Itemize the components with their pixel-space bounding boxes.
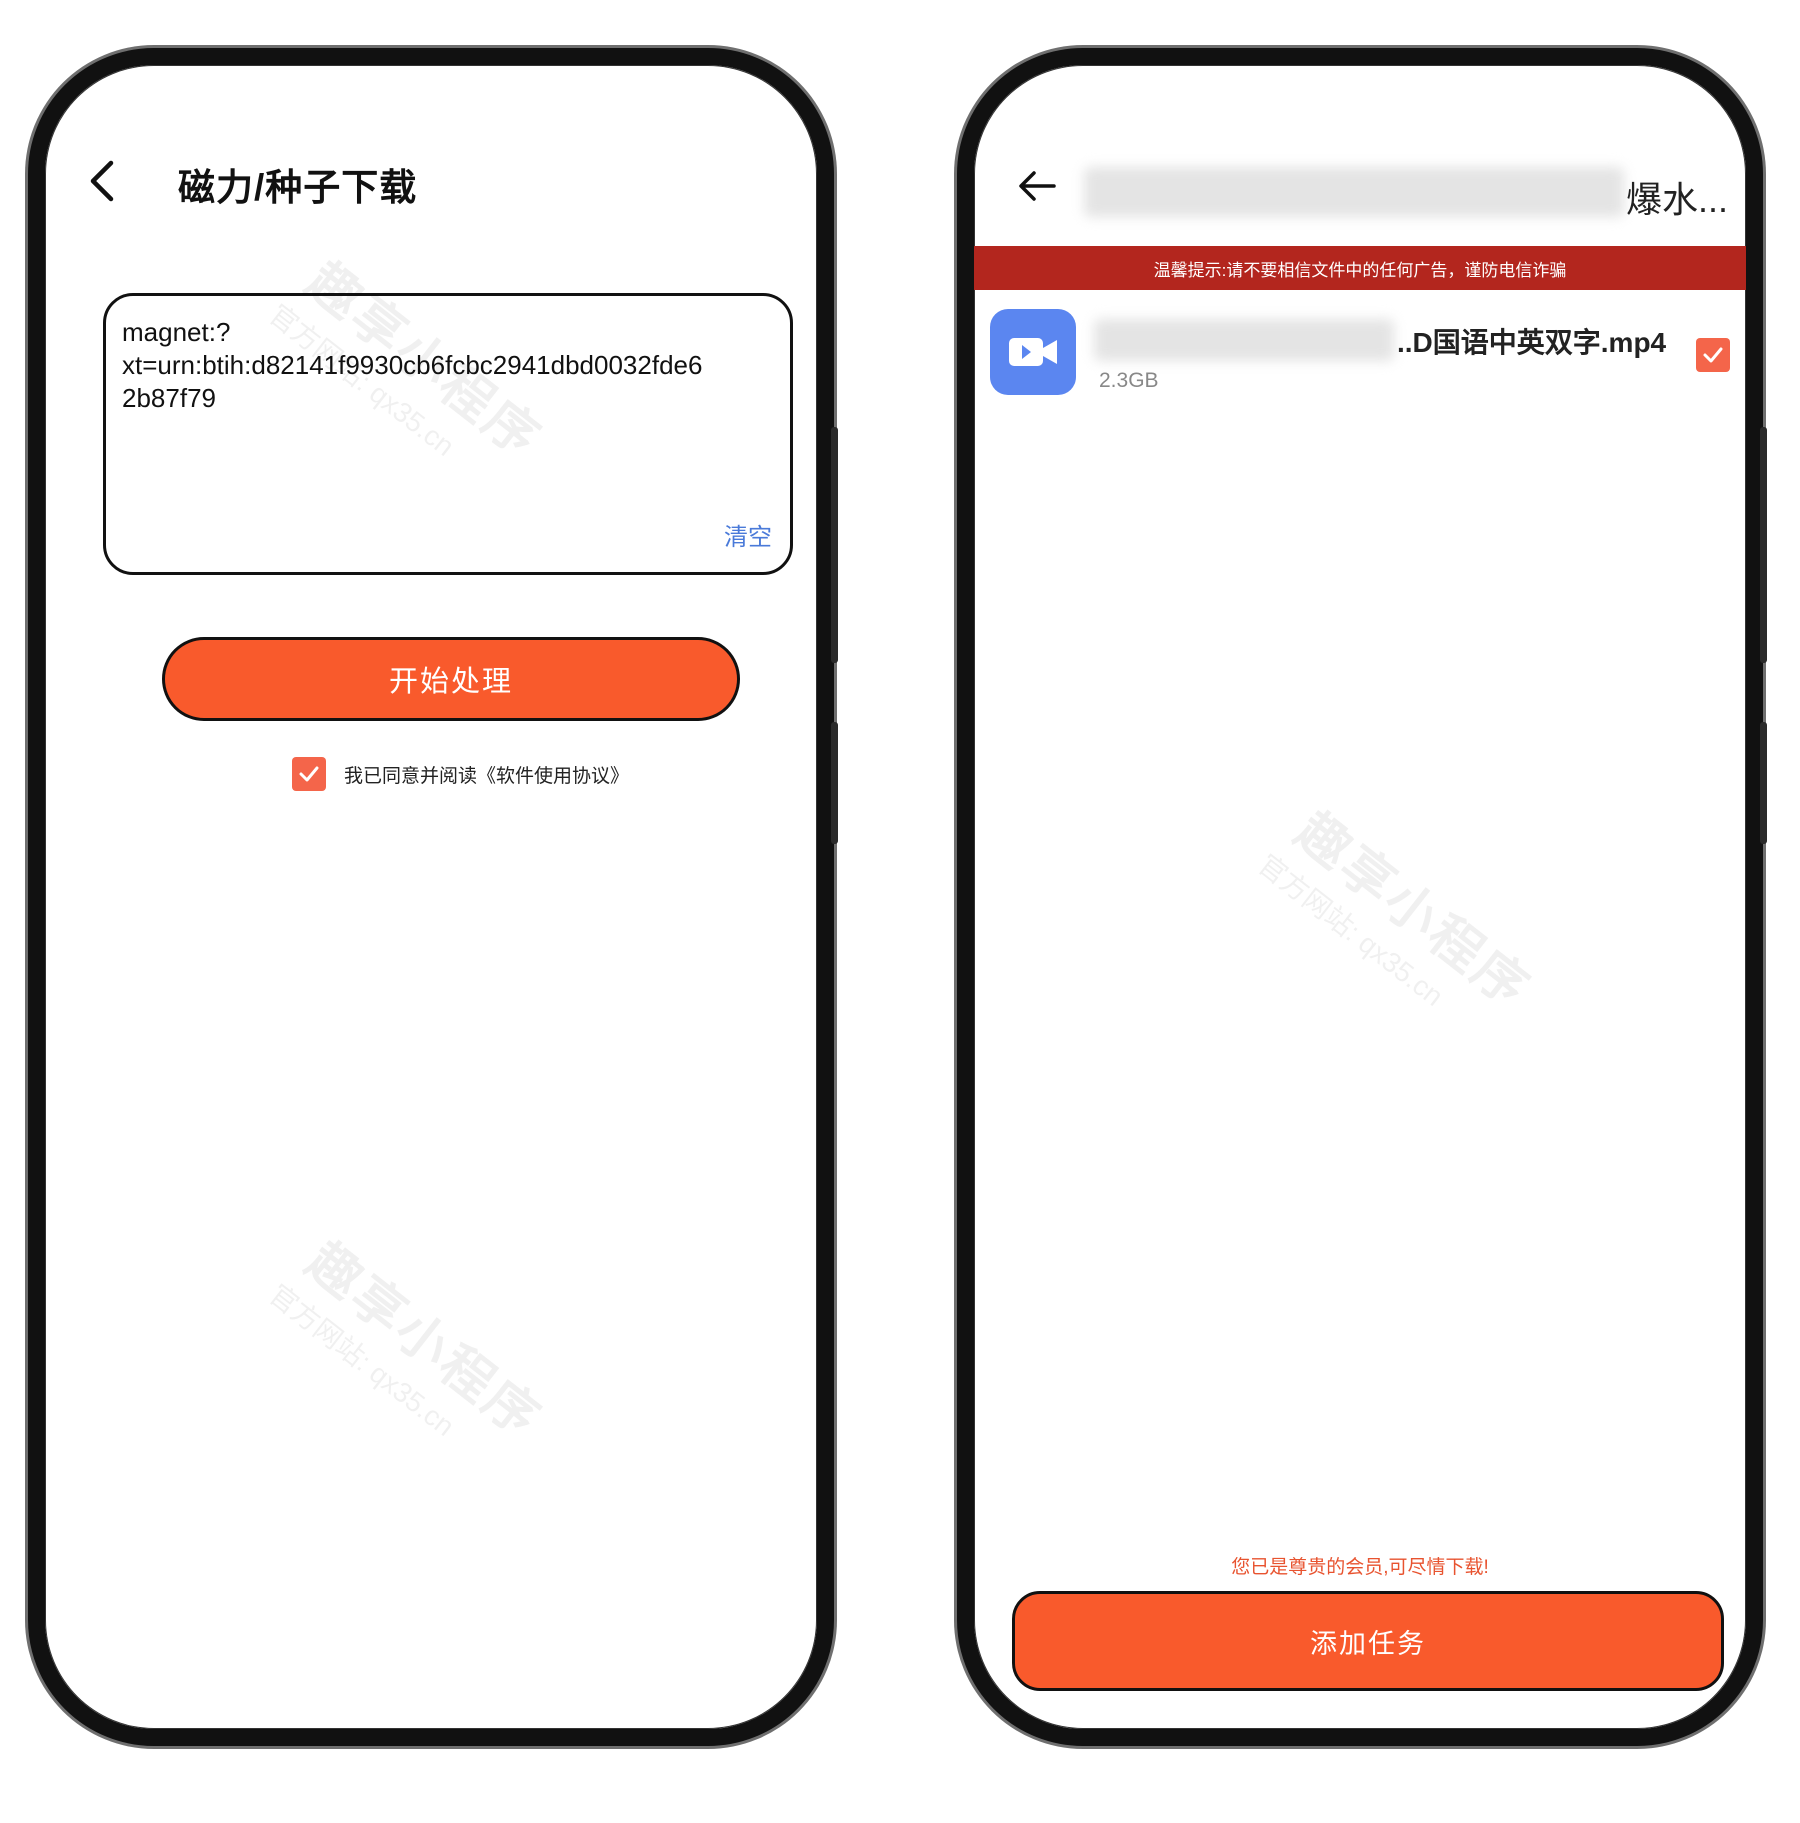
magnet-input[interactable]: magnet:? xt=urn:btih:d82141f9930cb6fcbc2… [103,293,793,575]
agreement-row[interactable]: 我已同意并阅读《软件使用协议》 [292,757,629,791]
watermark: 趣享小程序 官方网站: qx35.cn [1252,802,1542,1021]
checkmark-icon [299,766,319,782]
file-size: 2.3GB [1099,369,1159,392]
start-processing-button[interactable]: 开始处理 [162,637,740,721]
clear-link[interactable]: 清空 [724,521,772,554]
power-button [1760,722,1767,844]
volume-button [1760,427,1767,663]
checkmark-icon [1703,347,1723,363]
add-task-button[interactable]: 添加任务 [1012,1591,1724,1691]
phone-frame-left: 磁力/种子下载 magnet:? xt=urn:btih:d82141f9930… [28,48,834,1746]
page-title: 磁力/种子下载 [178,167,418,208]
magnet-input-text[interactable]: magnet:? xt=urn:btih:d82141f9930cb6fcbc2… [122,316,774,415]
warning-banner: 温馨提示:请不要相信文件中的任何广告，谨防电信诈骗 [974,246,1746,290]
back-chevron-icon[interactable] [87,151,135,211]
vip-note: 您已是尊贵的会员,可尽情下载! [1231,1557,1489,1578]
back-arrow-icon[interactable] [1014,163,1060,209]
watermark: 趣享小程序 官方网站: qx35.cn [263,1232,553,1451]
volume-button [831,427,838,663]
redacted-title [1084,167,1624,217]
agreement-checkbox[interactable] [292,757,326,791]
phone-frame-right: 爆水... 温馨提示:请不要相信文件中的任何广告，谨防电信诈骗 ..D国语中英双… [957,48,1763,1746]
power-button [831,722,838,844]
file-name: ..D国语中英双字.mp4 [1397,327,1667,358]
page-title-tail: 爆水... [1626,179,1729,220]
file-select-checkbox[interactable] [1696,338,1730,372]
agreement-text[interactable]: 我已同意并阅读《软件使用协议》 [344,761,629,788]
video-file-icon [990,309,1076,395]
redacted-file-name [1094,319,1394,361]
